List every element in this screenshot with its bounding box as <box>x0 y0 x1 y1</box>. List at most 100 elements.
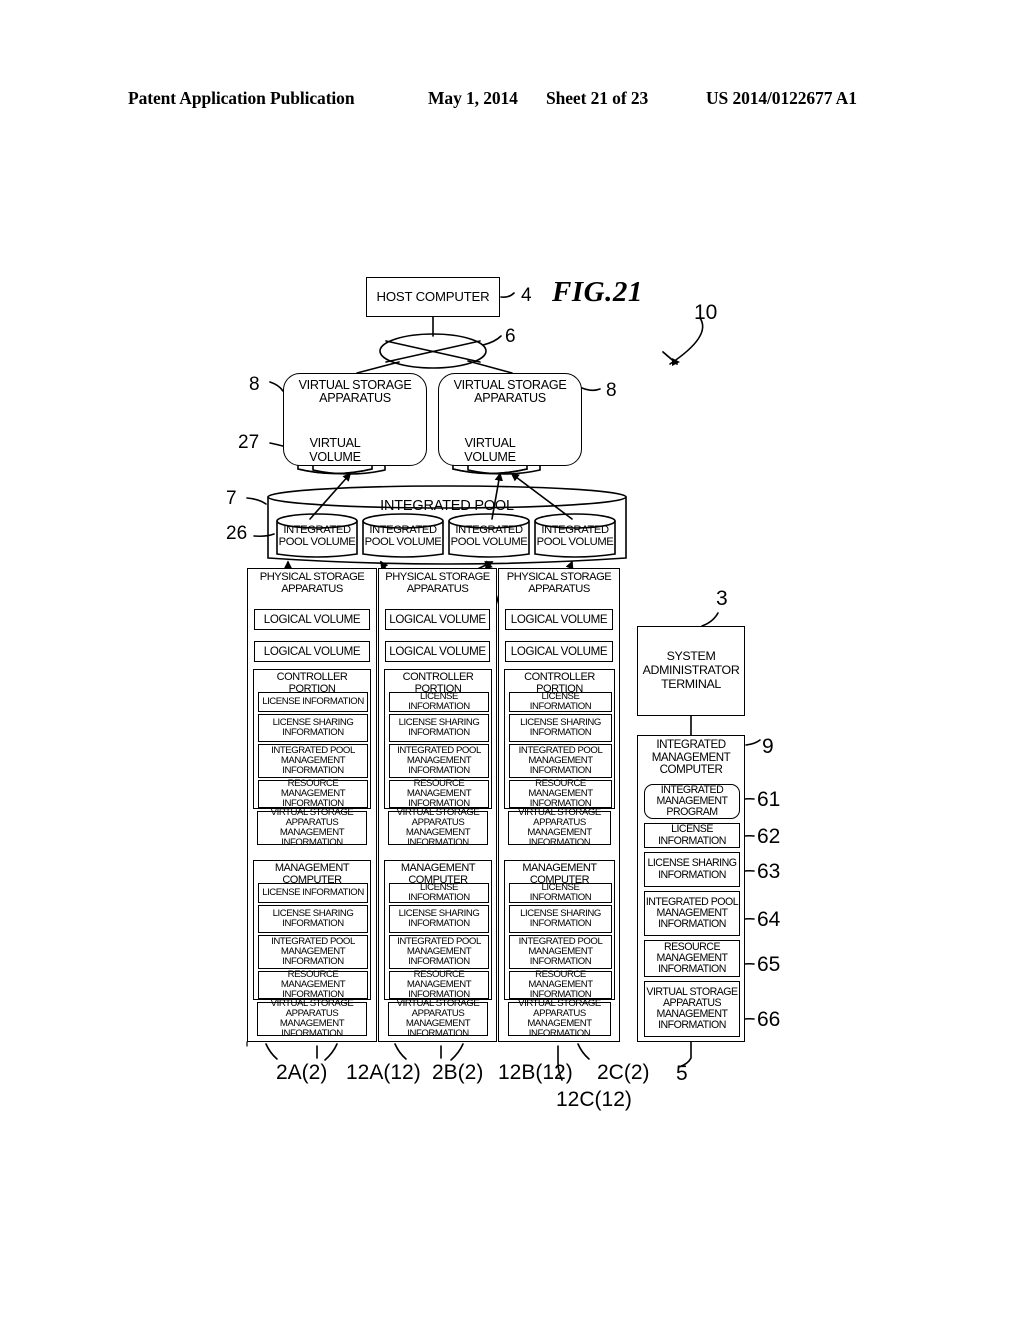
psa-2-mc-item-resource-management-information: RESOURCE MANAGEMENT INFORMATION <box>389 970 489 999</box>
psa-1-logical-volume-2: LOGICAL VOLUME <box>254 641 370 662</box>
leader-7 <box>246 497 267 505</box>
link-network-vsa1 <box>356 361 400 374</box>
psa-3-mc-item-license-information: LICENSE INFORMATION <box>509 883 612 903</box>
leader-3 <box>701 612 719 627</box>
psa-3-cp-item-virtual-storage-apparatus-management-information: VIRTUAL STORAGE APPARATUS MANAGEMENT INF… <box>508 808 611 847</box>
ref-61: 61 <box>757 788 781 811</box>
ref-64: 64 <box>757 908 781 931</box>
psa-3-management-computer: MANAGEMENT COMPUTER LICENSE INFORMATION … <box>504 860 615 1000</box>
psa-3-cp-item-license-sharing-information: LICENSE SHARING INFORMATION <box>509 714 612 742</box>
ref-10: 10 <box>694 301 718 324</box>
ref-3: 3 <box>716 587 728 610</box>
leader-2A <box>265 1043 278 1060</box>
psa-3-mc-item-integrated-pool-management-information: INTEGRATED POOL MANAGEMENT INFORMATION <box>509 935 612 969</box>
ref-9: 9 <box>762 735 774 758</box>
ref-8-right: 8 <box>606 380 617 401</box>
ref-12C: 12C(12) <box>556 1088 632 1111</box>
psa-1-controller-portion: CONTROLLER PORTION LICENSE INFORMATION L… <box>253 669 371 809</box>
leader-6 <box>482 335 502 346</box>
imc-item-license-information: LICENSE INFORMATION <box>644 823 740 848</box>
psa-1-cp-item-resource-management-information: RESOURCE MANAGEMENT INFORMATION <box>258 779 368 808</box>
imc-item-virtual-storage-apparatus-management-information: VIRTUAL STORAGE APPARATUS MANAGEMENT INF… <box>644 981 740 1037</box>
psa-3-controller-portion: CONTROLLER PORTION LICENSE INFORMATION L… <box>504 669 615 809</box>
psa-3-mc-item-license-sharing-information: LICENSE SHARING INFORMATION <box>509 905 612 933</box>
leader-2C <box>577 1043 590 1060</box>
imc-item-resource-management-information: RESOURCE MANAGEMENT INFORMATION <box>644 940 740 977</box>
ref-12A: 12A(12) <box>346 1061 421 1084</box>
link-network-vsa2 <box>467 360 513 374</box>
psa-3-mc-item-resource-management-information: RESOURCE MANAGEMENT INFORMATION <box>509 970 612 999</box>
integrated-pool-volume-1-label: INTEGRATED POOL VOLUME <box>278 524 356 549</box>
psa-2-mc-item-license-information: LICENSE INFORMATION <box>389 883 489 903</box>
psa-3-cp-item-integrated-pool-management-information: INTEGRATED POOL MANAGEMENT INFORMATION <box>509 744 612 778</box>
psa-2-cp-item-license-sharing-information: LICENSE SHARING INFORMATION <box>389 714 489 742</box>
leader-12A <box>324 1043 338 1061</box>
physical-storage-apparatus-2: PHYSICAL STORAGE APPARATUS LOGICAL VOLUM… <box>378 568 497 1042</box>
ref-66: 66 <box>757 1008 781 1031</box>
psa-2-label: PHYSICAL STORAGE APPARATUS <box>385 571 490 595</box>
psa-1-cp-item-license-information: LICENSE INFORMATION <box>258 692 368 712</box>
network-cloud-ellipse <box>379 333 487 369</box>
ref-62: 62 <box>757 825 781 848</box>
psa-2-cp-item-integrated-pool-management-information: INTEGRATED POOL MANAGEMENT INFORMATION <box>389 744 489 778</box>
virtual-storage-apparatus-2: VIRTUAL STORAGE APPARATUS <box>438 373 582 466</box>
psa-1-cp-item-license-sharing-information: LICENSE SHARING INFORMATION <box>258 714 368 742</box>
psa-1-logical-volume-1: LOGICAL VOLUME <box>254 609 370 630</box>
psa-2-logical-volume-2: LOGICAL VOLUME <box>385 641 490 662</box>
imc-item-integrated-management-program: INTEGRATED MANAGEMENT PROGRAM <box>644 784 740 819</box>
integrated-management-computer: INTEGRATED MANAGEMENT COMPUTER INTEGRATE… <box>637 735 745 1042</box>
system-administrator-terminal: SYSTEM ADMINISTRATOR TERMINAL <box>637 626 745 716</box>
leader-10-arrowline <box>662 351 678 365</box>
leader-12B <box>450 1043 464 1061</box>
psa-1-mc-item-license-sharing-information: LICENSE SHARING INFORMATION <box>258 905 368 933</box>
vsa-2-label: VIRTUAL STORAGE APPARATUS <box>453 378 567 406</box>
psa-1-mc-item-virtual-storage-apparatus-management-information: VIRTUAL STORAGE APPARATUS MANAGEMENT INF… <box>257 999 367 1038</box>
integrated-management-computer-label: INTEGRATED MANAGEMENT COMPUTER <box>651 738 731 777</box>
leader-2B <box>394 1043 407 1060</box>
integrated-pool-label: INTEGRATED POOL <box>380 498 514 514</box>
psa-1-management-computer: MANAGEMENT COMPUTER LICENSE INFORMATION … <box>253 860 371 1000</box>
ref-8-left: 8 <box>249 374 260 395</box>
integrated-pool-volume-4-label: INTEGRATED POOL VOLUME <box>536 524 614 549</box>
imc-item-integrated-pool-management-information: INTEGRATED POOL MANAGEMENT INFORMATION <box>644 891 740 936</box>
physical-storage-apparatus-1: PHYSICAL STORAGE APPARATUS LOGICAL VOLUM… <box>247 568 377 1042</box>
leader-4 <box>500 292 515 298</box>
ref-26: 26 <box>226 523 248 544</box>
psa-1-label: PHYSICAL STORAGE APPARATUS <box>259 571 365 595</box>
leader-9 <box>745 739 761 746</box>
psa-3-logical-volume-2: LOGICAL VOLUME <box>505 641 613 662</box>
ref-2B: 2B(2) <box>432 1061 484 1084</box>
vsa-1-label: VIRTUAL STORAGE APPARATUS <box>298 378 412 406</box>
psa-2-cp-item-resource-management-information: RESOURCE MANAGEMENT INFORMATION <box>389 779 489 808</box>
integrated-pool-volume-3-label: INTEGRATED POOL VOLUME <box>450 524 528 549</box>
psa-3-mc-item-virtual-storage-apparatus-management-information: VIRTUAL STORAGE APPARATUS MANAGEMENT INF… <box>508 999 611 1038</box>
host-computer-label: HOST COMPUTER <box>376 289 490 304</box>
psa-1-mc-item-integrated-pool-management-information: INTEGRATED POOL MANAGEMENT INFORMATION <box>258 935 368 969</box>
network-x-2 <box>385 340 481 363</box>
psa-2-controller-portion: CONTROLLER PORTION LICENSE INFORMATION L… <box>384 669 492 809</box>
leader-10 <box>669 317 704 365</box>
network-x-1 <box>385 340 481 363</box>
psa-3-cp-item-license-information: LICENSE INFORMATION <box>509 692 612 712</box>
figure-title: FIG.21 <box>552 276 643 308</box>
leader-8-right <box>581 387 601 392</box>
ref-12B: 12B(12) <box>498 1061 573 1084</box>
integrated-pool-volume-2-label: INTEGRATED POOL VOLUME <box>364 524 442 549</box>
psa-2-mc-item-virtual-storage-apparatus-management-information: VIRTUAL STORAGE APPARATUS MANAGEMENT INF… <box>388 999 488 1038</box>
physical-storage-apparatus-3: PHYSICAL STORAGE APPARATUS LOGICAL VOLUM… <box>498 568 620 1042</box>
ref-65: 65 <box>757 953 781 976</box>
figure-21-diagram: FIG.21 10 HOST COMPUTER 4 6 VIRTUAL STOR… <box>0 0 1024 1320</box>
psa-2-cp-item-license-information: LICENSE INFORMATION <box>389 692 489 712</box>
psa-1-cp-item-virtual-storage-apparatus-management-information: VIRTUAL STORAGE APPARATUS MANAGEMENT INF… <box>257 808 367 847</box>
psa-1-mc-item-resource-management-information: RESOURCE MANAGEMENT INFORMATION <box>258 970 368 999</box>
psa-2-mc-item-integrated-pool-management-information: INTEGRATED POOL MANAGEMENT INFORMATION <box>389 935 489 969</box>
system-administrator-terminal-label: SYSTEM ADMINISTRATOR TERMINAL <box>642 649 740 691</box>
psa-3-label: PHYSICAL STORAGE APPARATUS <box>506 571 612 595</box>
leader-8-left <box>269 381 284 392</box>
psa-2-management-computer: MANAGEMENT COMPUTER LICENSE INFORMATION … <box>384 860 492 1000</box>
psa-1-mc-item-license-information: LICENSE INFORMATION <box>258 883 368 903</box>
psa-2-cp-item-virtual-storage-apparatus-management-information: VIRTUAL STORAGE APPARATUS MANAGEMENT INF… <box>388 808 488 847</box>
leader-10-arrow <box>672 358 680 366</box>
ref-2A: 2A(2) <box>276 1061 328 1084</box>
psa-1-cp-item-integrated-pool-management-information: INTEGRATED POOL MANAGEMENT INFORMATION <box>258 744 368 778</box>
